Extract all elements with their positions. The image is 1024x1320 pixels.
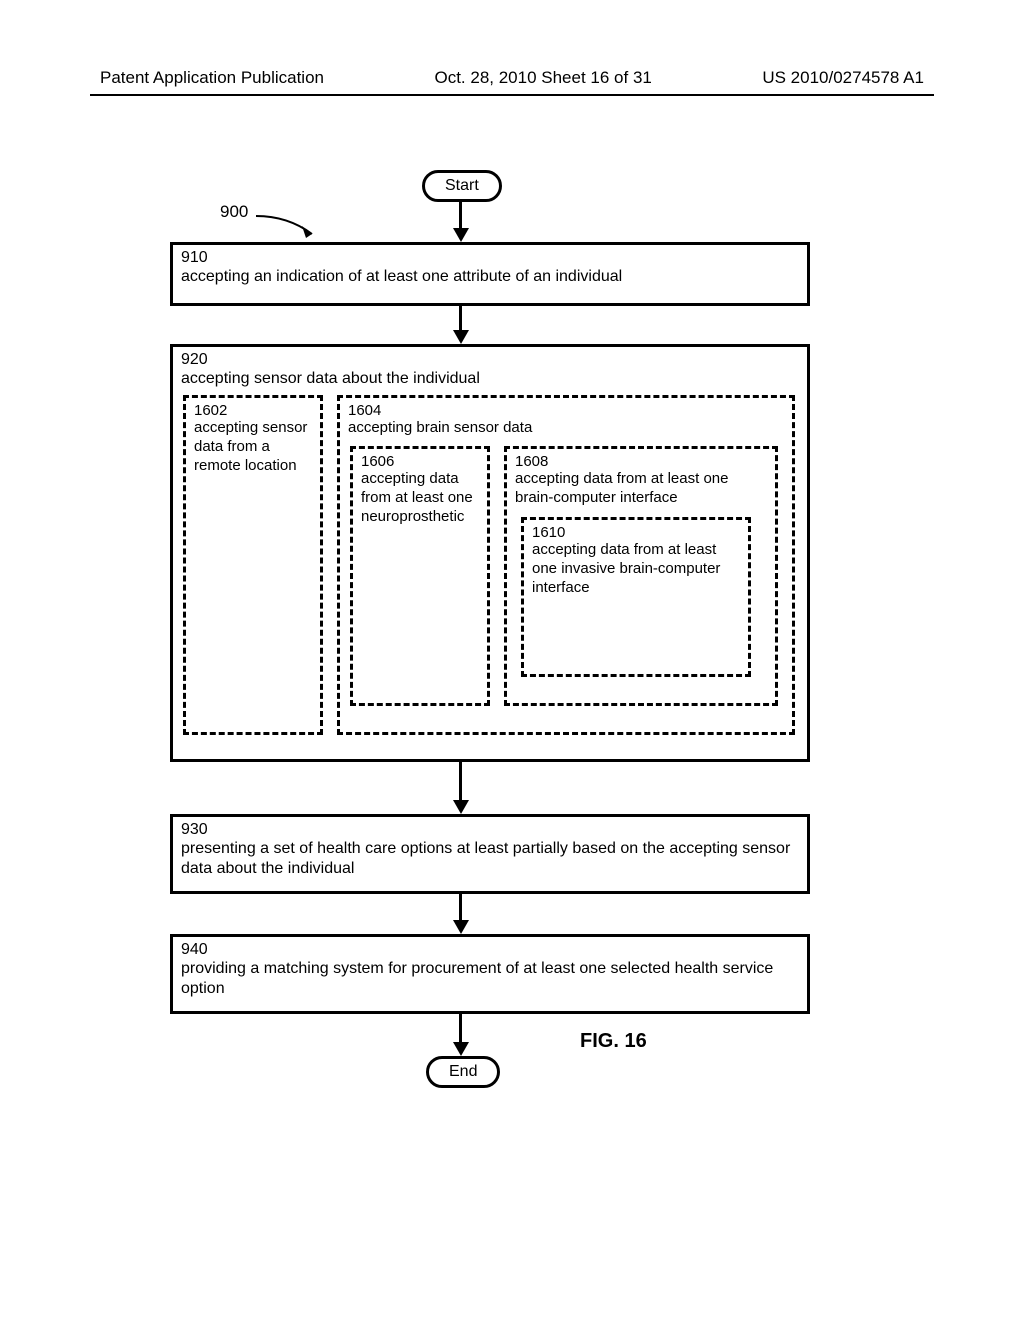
box-940: 940 providing a matching system for proc…: [170, 934, 810, 1014]
box-920: 920 accepting sensor data about the indi…: [170, 344, 810, 762]
flowchart: Start 900 910 accepting an indication of…: [120, 170, 900, 1170]
box-1604-num: 1604: [348, 402, 381, 419]
ref-900-label: 900: [220, 202, 248, 222]
box-1606-text: accepting data from at least one neuropr…: [361, 470, 479, 526]
box-930: 930 presenting a set of health care opti…: [170, 814, 810, 894]
box-1608-num: 1608: [515, 453, 548, 470]
arrowhead-940-end: [453, 1042, 469, 1056]
arrowhead-910-920: [453, 330, 469, 344]
box-910-text: accepting an indication of at least one …: [181, 267, 799, 287]
arrow-940-end: [459, 1014, 462, 1044]
arrow-start-910: [459, 202, 462, 230]
ref-900-arrow: [248, 208, 328, 242]
box-1606-num: 1606: [361, 453, 394, 470]
header-right: US 2010/0274578 A1: [762, 68, 924, 88]
box-1608: 1608 accepting data from at least one br…: [504, 446, 778, 706]
box-940-text: providing a matching system for procurem…: [181, 959, 799, 999]
header-left: Patent Application Publication: [100, 68, 324, 88]
box-1608-text: accepting data from at least one brain-c…: [515, 470, 767, 508]
box-1610-text: accepting data from at least one invasiv…: [532, 541, 740, 597]
box-1604: 1604 accepting brain sensor data 1606 ac…: [337, 395, 795, 735]
box-1602-text: accepting sensor data from a remote loca…: [194, 419, 312, 475]
box-1602: 1602 accepting sensor data from a remote…: [183, 395, 323, 735]
arrowhead-930-940: [453, 920, 469, 934]
arrowhead-920-930: [453, 800, 469, 814]
box-930-num: 930: [181, 821, 208, 838]
box-910-num: 910: [181, 249, 208, 266]
box-940-num: 940: [181, 941, 208, 958]
box-1602-num: 1602: [194, 402, 227, 419]
arrow-910-920: [459, 306, 462, 332]
box-920-num: 920: [181, 351, 208, 368]
box-910: 910 accepting an indication of at least …: [170, 242, 810, 306]
box-1606: 1606 accepting data from at least one ne…: [350, 446, 490, 706]
box-1604-text: accepting brain sensor data: [348, 419, 784, 438]
arrowhead-start-910: [453, 228, 469, 242]
start-terminator: Start: [422, 170, 502, 202]
page-header: Patent Application Publication Oct. 28, …: [0, 68, 1024, 88]
start-label: Start: [445, 177, 479, 194]
box-930-text: presenting a set of health care options …: [181, 839, 799, 879]
box-1610-num: 1610: [532, 524, 565, 541]
end-terminator: End: [426, 1056, 500, 1088]
box-920-text: accepting sensor data about the individu…: [181, 369, 799, 389]
arrow-920-930: [459, 762, 462, 802]
figure-label: FIG. 16: [580, 1030, 647, 1053]
header-rule: [90, 94, 934, 96]
page: Patent Application Publication Oct. 28, …: [0, 0, 1024, 1320]
end-label: End: [449, 1063, 477, 1080]
arrow-930-940: [459, 894, 462, 922]
header-mid: Oct. 28, 2010 Sheet 16 of 31: [434, 68, 651, 88]
box-1610: 1610 accepting data from at least one in…: [521, 517, 751, 677]
